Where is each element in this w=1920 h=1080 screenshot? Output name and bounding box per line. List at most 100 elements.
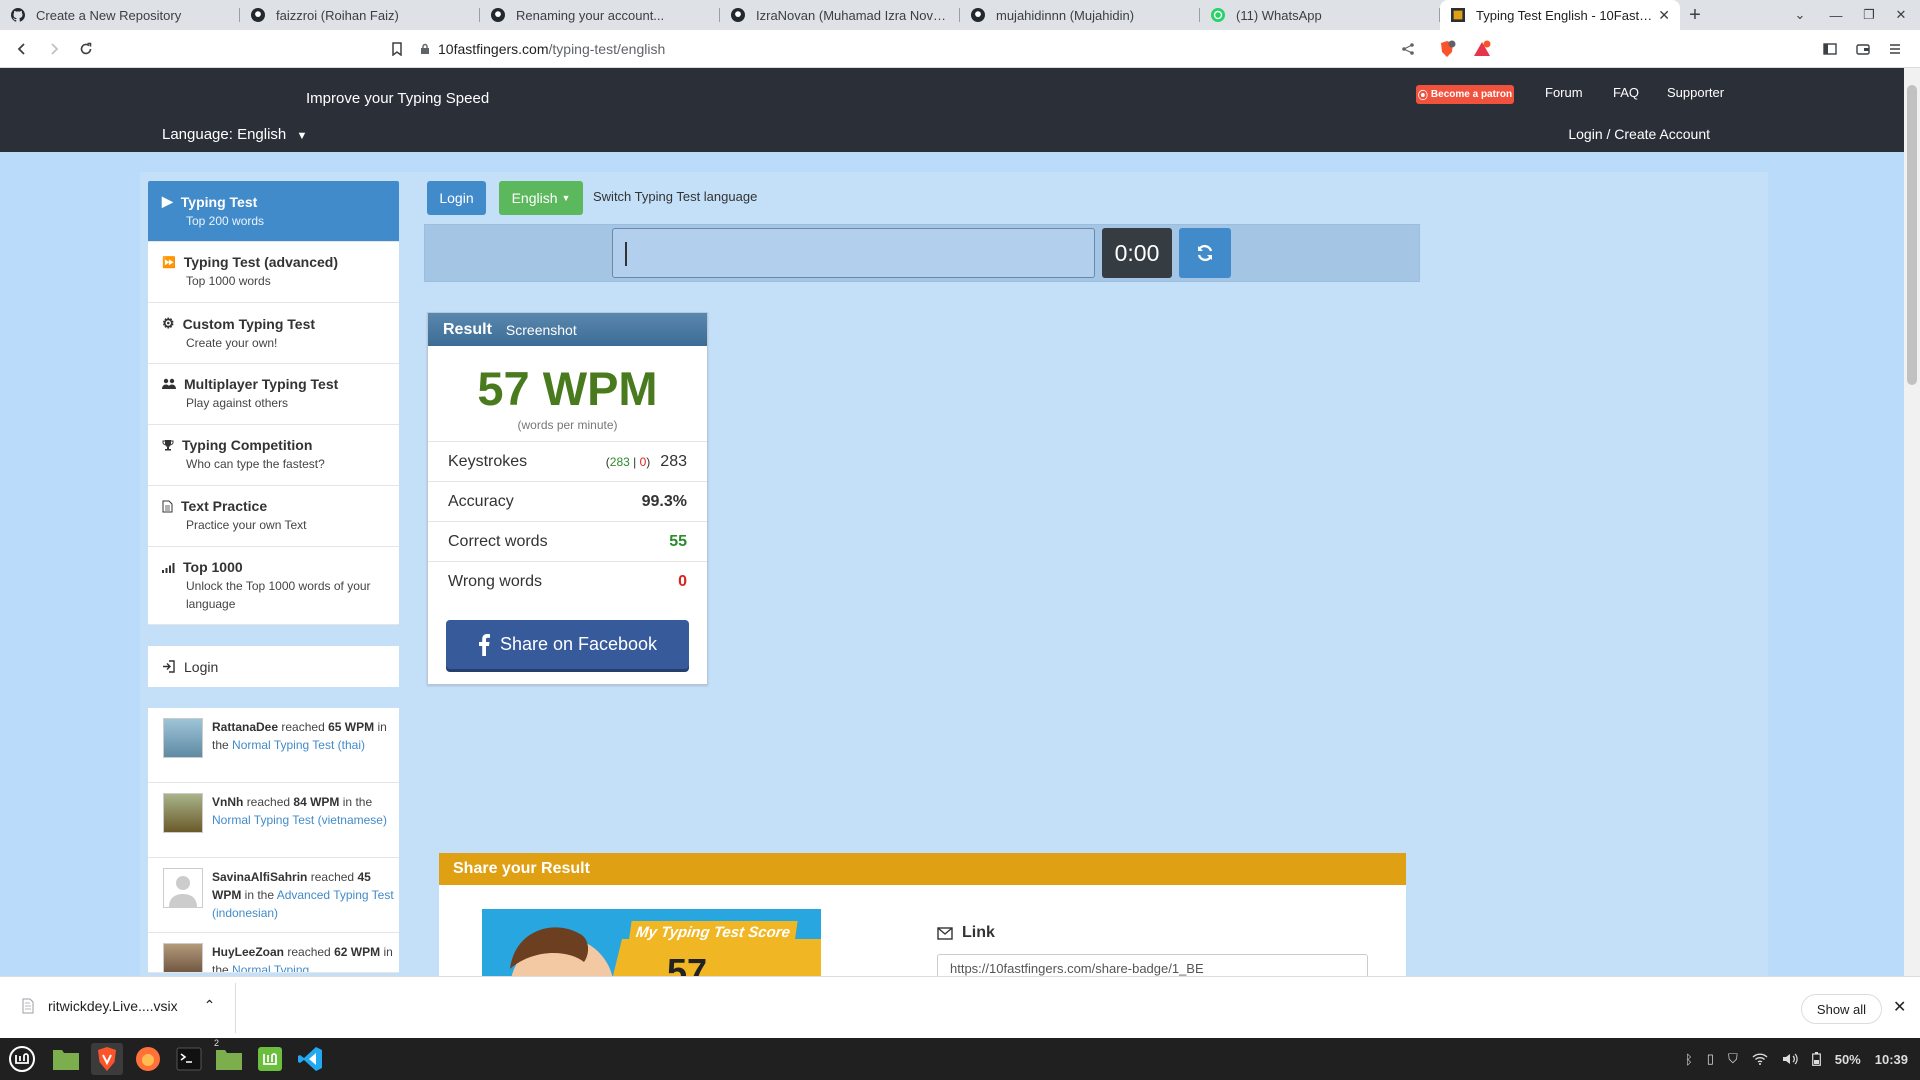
login-create-account-link[interactable]: Login / Create Account <box>1568 126 1710 142</box>
wallet-icon[interactable] <box>1853 39 1873 59</box>
sidebar-item-subtitle: Create your own! <box>186 336 278 350</box>
folder-icon[interactable] <box>50 1043 82 1075</box>
restart-button[interactable] <box>1179 228 1231 278</box>
terminal-icon[interactable] <box>173 1043 205 1075</box>
chevron-up-icon[interactable]: ⌃ <box>204 997 216 1014</box>
share-facebook-button[interactable]: Share on Facebook <box>446 620 689 669</box>
tab-title: IzraNovan (Muhamad Izra Novan) <box>756 7 950 23</box>
download-filename: ritwickdey.Live....vsix <box>48 997 178 1014</box>
nav-forum[interactable]: Forum <box>1545 85 1583 100</box>
scrollbar-thumb[interactable] <box>1907 85 1917 385</box>
clipboard-icon[interactable]: ▯ <box>1707 1051 1714 1067</box>
wrong-words-value: 0 <box>678 572 687 590</box>
software-manager-icon[interactable] <box>254 1043 286 1075</box>
language-selector[interactable]: Language: English ▼ <box>162 126 307 143</box>
browser-tab[interactable]: mujahidinnn (Mujahidin) <box>960 0 1200 30</box>
bookmark-icon[interactable] <box>387 39 407 59</box>
feed-user[interactable]: RattanaDee <box>212 720 278 734</box>
page-scrollbar[interactable] <box>1904 68 1920 976</box>
keystrokes-label: Keystrokes <box>448 452 528 470</box>
battery-icon[interactable] <box>1811 1052 1821 1066</box>
browser-tab[interactable]: IzraNovan (Muhamad Izra Novan) <box>720 0 960 30</box>
browser-tab[interactable]: faizzroi (Roihan Faiz) <box>240 0 480 30</box>
timer: 0:00 <box>1102 228 1172 278</box>
language-button-label: English <box>511 190 558 206</box>
avatar[interactable] <box>163 868 203 908</box>
forward-icon[interactable] <box>44 39 64 59</box>
back-icon[interactable] <box>12 39 32 59</box>
chevron-down-icon[interactable]: ⌄ <box>1785 0 1815 30</box>
sidebar-login[interactable]: Login <box>148 646 399 687</box>
feed-user[interactable]: VnNh <box>212 795 243 809</box>
github-icon <box>730 7 746 23</box>
chevron-down-icon: ▼ <box>296 130 308 142</box>
wpm-subtitle: (words per minute) <box>517 418 618 432</box>
address-bar[interactable]: 10fastfingers.com/typing-test/english <box>420 35 1420 63</box>
tab-result[interactable]: Result <box>443 321 492 339</box>
feed-test-link[interactable]: Normal Typing <box>232 963 309 972</box>
sidebar-item-multiplayer[interactable]: Multiplayer Typing Test Play against oth… <box>148 364 399 425</box>
close-download-bar-icon[interactable]: ✕ <box>1893 997 1906 1017</box>
result-panel: Result Screenshot 57 WPM (words per minu… <box>427 312 708 685</box>
feed-wpm: 84 WPM <box>293 795 340 809</box>
correct-words-row: Correct words 55 <box>428 521 707 561</box>
browser-tab[interactable]: (11) WhatsApp <box>1200 0 1440 30</box>
show-all-button[interactable]: Show all <box>1801 994 1882 1024</box>
sidebar-item-typing-test[interactable]: ▶ Typing Test Top 200 words <box>148 181 399 242</box>
volume-icon[interactable] <box>1782 1053 1798 1065</box>
wifi-icon[interactable] <box>1752 1053 1768 1065</box>
site-tagline: Improve your Typing Speed <box>306 90 490 107</box>
brave-shield-icon[interactable] <box>1437 39 1457 59</box>
feed-test-link[interactable]: Normal Typing Test (thai) <box>232 738 365 752</box>
sidebar-item-label: Top 1000 <box>183 559 243 575</box>
mint-menu-icon[interactable] <box>6 1043 38 1075</box>
avatar[interactable] <box>163 718 203 758</box>
close-icon[interactable]: ✕ <box>1658 7 1670 24</box>
maximize-icon[interactable]: ❐ <box>1854 0 1884 30</box>
vscode-icon[interactable] <box>294 1043 326 1075</box>
window-close-icon[interactable]: ✕ <box>1886 0 1916 30</box>
become-patron-button[interactable]: ⦿ Become a patron <box>1416 85 1514 104</box>
browser-tab[interactable]: Create a New Repository <box>0 0 240 30</box>
browser-tab-active[interactable]: Typing Test English - 10FastFingers.com … <box>1440 0 1680 30</box>
feed-test-link[interactable]: Normal Typing Test (vietnamese) <box>212 813 387 827</box>
nav-faq[interactable]: FAQ <box>1613 85 1639 100</box>
sidebar-item-label: Typing Test <box>180 193 258 210</box>
minimize-icon[interactable]: — <box>1821 0 1851 30</box>
feed-user[interactable]: HuyLeeZoan <box>212 945 284 959</box>
sidebar: ▶ Typing Test Top 200 words ⏩ Typing Test … <box>148 181 399 973</box>
reload-icon[interactable] <box>76 39 96 59</box>
new-tab-button[interactable]: + <box>1680 0 1710 30</box>
shield-icon[interactable]: ⛉ <box>1728 1051 1738 1067</box>
firefox-icon[interactable] <box>132 1043 164 1075</box>
language-dropdown-button[interactable]: English ▼ <box>499 181 583 215</box>
bluetooth-icon[interactable]: ᛒ <box>1685 1052 1693 1067</box>
menu-icon[interactable] <box>1885 39 1905 59</box>
login-button[interactable]: Login <box>427 181 486 215</box>
clock[interactable]: 10:39 <box>1875 1052 1908 1067</box>
score-badge-image[interactable]: My Typing Test Score 57 <box>482 909 821 980</box>
avatar[interactable] <box>163 793 203 833</box>
browser-tab-strip: Create a New Repository faizzroi (Roihan… <box>0 0 1920 30</box>
sidebar-item-typing-test-advanced[interactable]: ⏩ Typing Test (advanced) Top 1000 words <box>148 242 399 303</box>
tab-screenshot[interactable]: Screenshot <box>506 322 577 338</box>
feed-user[interactable]: SavinaAlfiSahrin <box>212 870 307 884</box>
typing-input[interactable] <box>612 228 1095 278</box>
sidebar-item-top-1000[interactable]: Top 1000 Unlock the Top 1000 words of yo… <box>148 547 399 625</box>
sidebar-item-competition[interactable]: Typing Competition Who can type the fast… <box>148 425 399 486</box>
language-label: Language: English <box>162 126 287 143</box>
battery-level: 50% <box>1834 1051 1861 1067</box>
download-item[interactable]: ritwickdey.Live....vsix ⌃ <box>22 997 215 1014</box>
sidebar-item-text-practice[interactable]: Text Practice Practice your own Text <box>148 486 399 547</box>
brave-browser-icon[interactable] <box>91 1043 123 1075</box>
sidebar-toggle-icon[interactable] <box>1820 39 1840 59</box>
share-icon[interactable] <box>1398 39 1418 59</box>
browser-tab[interactable]: Renaming your account... <box>480 0 720 30</box>
brave-rewards-icon[interactable] <box>1472 39 1492 59</box>
whatsapp-icon <box>1210 7 1226 23</box>
avatar[interactable] <box>163 943 203 972</box>
nav-supporter[interactable]: Supporter <box>1667 85 1724 100</box>
files-icon[interactable]: 2 <box>213 1038 245 1075</box>
result-header: Result Screenshot <box>428 313 707 346</box>
sidebar-item-custom-typing-test[interactable]: ⚙ Custom Typing Test Create your own! <box>148 303 399 364</box>
